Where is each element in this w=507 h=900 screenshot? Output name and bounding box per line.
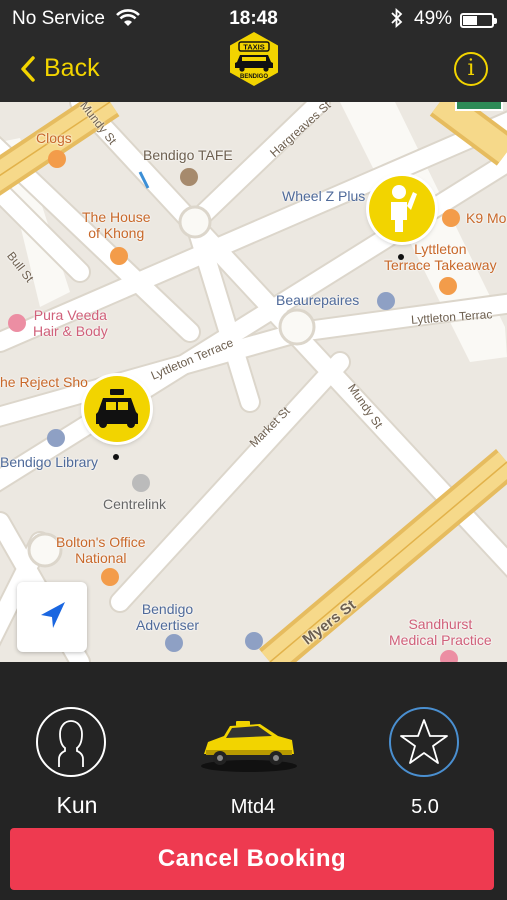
taxi-car-image [196, 714, 302, 776]
battery-percent: 49% [414, 8, 453, 29]
driver-name: Kun [56, 792, 98, 818]
locate-me-button[interactable] [17, 582, 87, 652]
cancel-booking-button[interactable]: Cancel Booking [10, 828, 494, 890]
poi-label-boltons: Bolton's Office National [56, 534, 146, 566]
booking-panel: Kun Mtd4 5.0 Cancel Booking [0, 662, 507, 900]
school-icon[interactable] [180, 168, 198, 186]
svg-text:TAXIS: TAXIS [243, 43, 265, 52]
building-icon[interactable] [132, 474, 150, 492]
passenger-icon [391, 185, 417, 232]
restaurant-icon[interactable] [110, 247, 128, 265]
poi-label-bendigo-library: Bendigo Library [0, 454, 99, 470]
map-view[interactable]: Mundy St Hargreaves St Bull St Lyttleton… [0, 102, 507, 662]
poi-label-bendigo-advertiser: Bendigo Advertiser [136, 601, 200, 633]
back-button[interactable]: Back [20, 54, 100, 83]
rating-badge [389, 707, 459, 777]
poi-label-sandhurst: Sandhurst Medical Practice [389, 616, 492, 648]
library-icon[interactable] [47, 429, 65, 447]
rating-value: 5.0 [411, 796, 439, 818]
poi-label-beaurepaires: Beaurepaires [276, 292, 360, 308]
location-arrow-icon [41, 602, 65, 628]
shop-icon[interactable] [101, 568, 119, 586]
poi-label-pura-veeda: Pura Veeda Hair & Body [33, 307, 108, 339]
taxi-pin[interactable] [84, 376, 150, 442]
paw-icon[interactable] [442, 209, 460, 227]
top-bar: No Service 18:48 49% Back TAXIS BENDIGO … [0, 0, 507, 102]
restaurant-icon[interactable] [439, 277, 457, 295]
medical-icon[interactable] [440, 650, 458, 662]
poi-label-clogs: Clogs [36, 130, 72, 146]
building-icon[interactable] [245, 632, 263, 650]
poi-label-reject-shop: he Reject Sho [0, 374, 88, 390]
svg-text:BENDIGO: BENDIGO [240, 74, 268, 80]
poi-label-bendigo-tafe: Bendigo TAFE [143, 147, 233, 163]
store-icon[interactable] [377, 292, 395, 310]
bluetooth-icon [390, 7, 404, 34]
poi-label-k9: K9 Mo [466, 210, 507, 226]
restaurant-icon[interactable] [48, 150, 66, 168]
passenger-pin[interactable] [369, 176, 435, 242]
status-bar: No Service 18:48 49% [0, 6, 507, 32]
taxi-icon [96, 389, 138, 428]
poi-label-centrelink: Centrelink [103, 496, 167, 512]
taxis-bendigo-logo: TAXIS BENDIGO [225, 30, 283, 88]
back-label: Back [44, 54, 100, 82]
info-button[interactable]: i [454, 52, 488, 86]
taxi-location-dot [113, 454, 119, 460]
poi-label-house-of-khong: The House of Khong [82, 209, 151, 241]
antenna-icon[interactable] [165, 634, 183, 652]
star-outline-icon [400, 719, 448, 764]
person-outline-icon [58, 720, 84, 767]
vehicle-id: Mtd4 [230, 796, 276, 818]
driver-avatar [36, 707, 106, 777]
chevron-left-icon [21, 55, 35, 82]
passenger-location-dot [398, 254, 404, 260]
battery-icon [460, 13, 497, 28]
poi-label-wheel-z-plus: Wheel Z Plus [282, 188, 366, 204]
beauty-icon[interactable] [8, 314, 26, 332]
